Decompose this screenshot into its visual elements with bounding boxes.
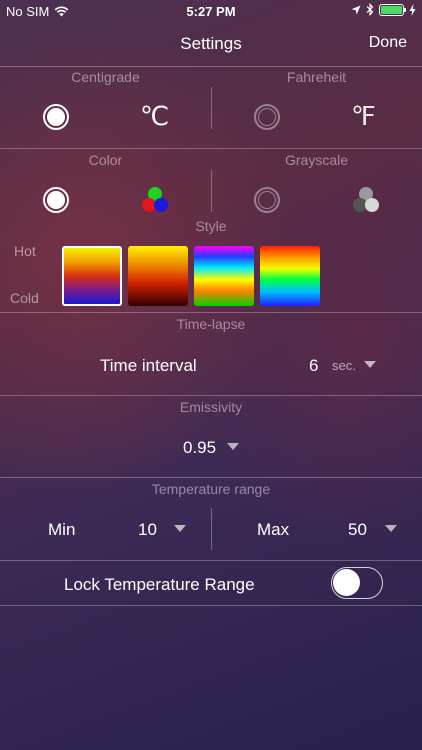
time-lapse-label: Time-lapse [176,316,246,332]
divider [211,87,212,129]
divider [0,66,422,67]
location-icon [351,5,361,14]
lock-range-toggle[interactable] [331,567,383,599]
grayscale-label: Grayscale [284,152,349,168]
style-label: Style [195,218,227,234]
emissivity-value[interactable]: 0.95 [183,438,216,458]
divider [0,312,422,313]
status-right [351,3,416,16]
page-title: Settings [180,34,242,53]
palette-swatch[interactable] [62,246,122,306]
cold-label: Cold [10,290,39,306]
temperature-range-label: Temperature range [151,481,271,497]
color-label: Color [88,152,123,168]
divider [0,148,422,149]
min-value[interactable]: 10 [138,520,157,540]
emissivity-label: Emissivity [179,399,243,415]
max-value[interactable]: 50 [348,520,367,540]
max-dropdown-icon[interactable] [385,525,397,532]
divider [211,170,212,212]
min-label: Min [48,520,76,539]
hot-label: Hot [14,243,36,259]
bluetooth-icon [366,3,374,16]
divider [0,605,422,606]
centigrade-label: Centigrade [71,69,140,85]
divider [0,560,422,561]
battery-icon [379,3,406,16]
time-interval-unit: sec. [332,358,356,373]
divider [211,508,212,550]
time-interval-dropdown-icon[interactable] [364,361,376,368]
palette-swatch[interactable] [194,246,254,306]
charging-icon [409,3,416,16]
status-bar: No SIM 5:27 PM [0,0,422,22]
fahrenheit-label: Fahreheit [286,69,347,85]
fahrenheit-radio[interactable] [254,104,280,130]
divider [0,477,422,478]
done-button[interactable]: Done [369,34,407,52]
time-interval-value[interactable]: 6 [309,356,318,376]
grayscale-radio[interactable] [254,187,280,213]
palette-swatch[interactable] [260,246,320,306]
divider [0,395,422,396]
palette-swatch[interactable] [128,246,188,306]
grayscale-icon[interactable] [350,186,382,214]
lock-range-label: Lock Temperature Range [64,575,255,594]
celsius-radio[interactable] [43,104,69,130]
min-dropdown-icon[interactable] [174,525,186,532]
color-radio[interactable] [43,187,69,213]
rgb-color-icon[interactable] [139,186,171,214]
emissivity-dropdown-icon[interactable] [227,443,239,450]
fahrenheit-symbol[interactable]: ℉ [351,101,376,132]
celsius-symbol[interactable]: ℃ [140,101,169,132]
time-interval-label: Time interval [100,356,197,375]
max-label: Max [257,520,290,539]
